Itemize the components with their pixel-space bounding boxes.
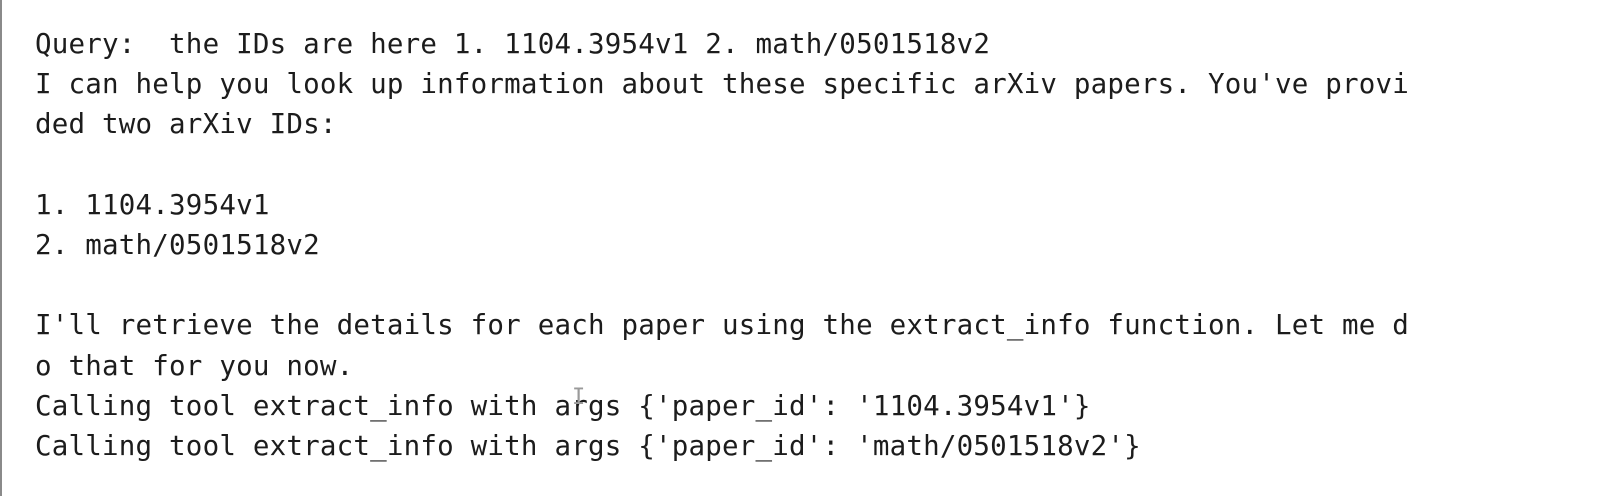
- list-item: 2. math/0501518v2: [35, 228, 320, 261]
- response-line: o that for you now.: [35, 349, 354, 382]
- terminal-window[interactable]: Query: the IDs are here 1. 1104.3954v1 2…: [0, 0, 1618, 496]
- response-line: I'll retrieve the details for each paper…: [35, 309, 1410, 342]
- query-line: Query: the IDs are here 1. 1104.3954v1 2…: [35, 28, 991, 60]
- tool-call-line: Calling tool extract_info with args {'pa…: [35, 389, 1091, 422]
- response-line: I can help you look up information about…: [35, 68, 1410, 101]
- tool-call-line: Calling tool extract_info with args {'pa…: [35, 429, 1141, 462]
- list-item: 1. 1104.3954v1: [35, 188, 270, 221]
- text-cursor-icon: I: [572, 385, 586, 410]
- terminal-output: Query: the IDs are here 1. 1104.3954v1 2…: [35, 24, 1618, 466]
- response-line: ded two arXiv IDs:: [35, 108, 337, 141]
